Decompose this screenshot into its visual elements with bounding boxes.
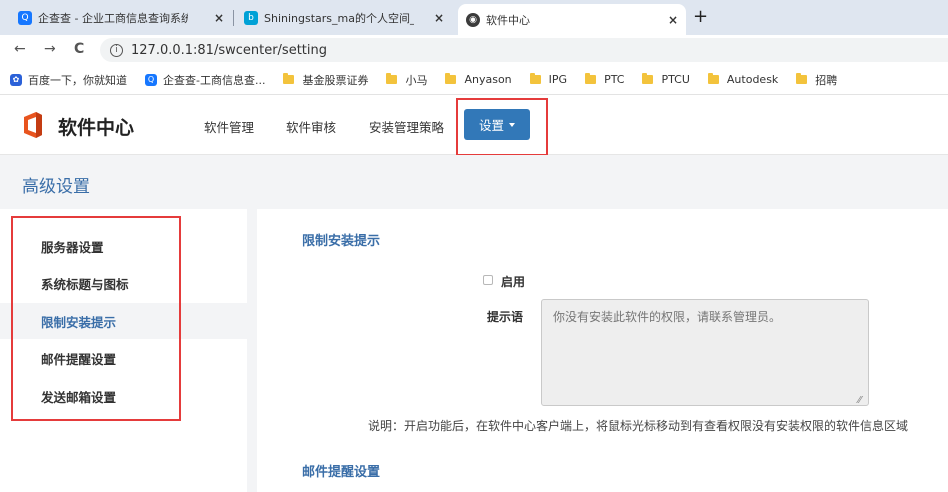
- tab-title: 软件中心: [486, 13, 530, 27]
- url-text: 127.0.0.1:81/swcenter/setting: [131, 42, 328, 58]
- browser-tab-qichacha[interactable]: Q 企查查 - 企业工商信息查询系统_ ×: [10, 4, 232, 31]
- folder-icon: [707, 73, 719, 84]
- app-header: 软件中心 软件管理 软件审核 安装管理策略 设置: [0, 95, 948, 156]
- nav-install-policy[interactable]: 安装管理策略: [369, 117, 444, 136]
- new-tab-button[interactable]: +: [693, 6, 708, 27]
- globe-icon: ◉: [466, 12, 480, 27]
- baidu-icon: ✿: [10, 73, 22, 86]
- tab-title: Shiningstars_ma的个人空间_哔: [264, 11, 414, 25]
- bookmarks-bar: ✿ 百度一下，你就知道 Q 企查查-工商信息查... 基金股票证券 小马 Any…: [0, 65, 948, 95]
- folder-icon: [283, 73, 295, 84]
- page-title: 高级设置: [22, 177, 90, 197]
- section-title-restrict-install: 限制安装提示: [302, 234, 381, 249]
- app-title: 软件中心: [58, 117, 135, 139]
- folder-icon: [642, 73, 654, 84]
- bookmark-item[interactable]: Q 企查查-工商信息查...: [145, 72, 265, 88]
- bilibili-icon: b: [244, 10, 258, 25]
- qichacha-icon: Q: [145, 73, 157, 86]
- description-text: 说明：开启功能后，在软件中心客户端上，将鼠标光标移动到有查看权限没有安装权限的软…: [368, 419, 909, 433]
- section-title-mail-reminder: 邮件提醒设置: [302, 465, 381, 480]
- back-icon[interactable]: ←: [14, 41, 26, 57]
- tab-close-icon[interactable]: ×: [434, 11, 444, 25]
- nav-software-management[interactable]: 软件管理: [204, 117, 254, 136]
- url-input[interactable]: i 127.0.0.1:81/swcenter/setting: [100, 38, 948, 62]
- resize-grip-icon[interactable]: ⁄⁄: [858, 395, 861, 406]
- bookmark-item[interactable]: ✿ 百度一下，你就知道: [10, 72, 127, 88]
- bookmark-label: PTC: [604, 73, 625, 86]
- qichacha-icon: Q: [18, 10, 32, 25]
- bookmark-folder[interactable]: PTC: [585, 73, 624, 86]
- browser-tab-strip: Q 企查查 - 企业工商信息查询系统_ × b Shiningstars_ma的…: [0, 0, 948, 35]
- tab-title: 企查查 - 企业工商信息查询系统_: [38, 11, 188, 25]
- tab-close-icon[interactable]: ×: [668, 13, 678, 27]
- enable-checkbox[interactable]: [483, 275, 493, 285]
- bookmark-folder[interactable]: 小马: [386, 72, 427, 88]
- bookmark-folder[interactable]: PTCU: [642, 73, 690, 86]
- bookmark-label: 企查查-工商信息查...: [163, 73, 266, 87]
- bookmark-label: 招聘: [815, 73, 838, 87]
- site-info-icon[interactable]: i: [110, 43, 123, 57]
- forward-icon[interactable]: →: [44, 41, 56, 57]
- prompt-label: 提示语: [487, 310, 524, 324]
- bookmark-folder[interactable]: Autodesk: [707, 73, 779, 86]
- address-bar: ← → C i 127.0.0.1:81/swcenter/setting: [0, 35, 948, 65]
- prompt-textarea[interactable]: [541, 299, 869, 406]
- bookmark-label: Autodesk: [726, 73, 779, 86]
- folder-icon: [529, 73, 541, 84]
- office-logo-icon: [24, 112, 42, 138]
- bookmark-label: IPG: [548, 73, 568, 86]
- folder-icon: [445, 73, 457, 84]
- folder-icon: [386, 73, 398, 84]
- bookmark-label: Anyason: [464, 73, 512, 86]
- bookmark-label: 小马: [405, 73, 428, 87]
- browser-tab-software-center[interactable]: ◉ 软件中心 ×: [458, 4, 686, 35]
- bookmark-folder[interactable]: IPG: [529, 73, 568, 86]
- nav-software-review[interactable]: 软件审核: [286, 117, 336, 136]
- enable-label: 启用: [501, 275, 526, 289]
- folder-icon: [585, 73, 597, 84]
- bookmark-label: 基金股票证券: [302, 73, 369, 87]
- tab-close-icon[interactable]: ×: [214, 11, 224, 25]
- bookmark-folder[interactable]: 基金股票证券: [283, 72, 368, 88]
- bookmark-label: PTCU: [661, 73, 690, 86]
- tab-divider: [233, 10, 234, 26]
- bookmark-folder[interactable]: Anyason: [445, 73, 512, 86]
- highlight-box-settings: [456, 98, 548, 156]
- bookmark-label: 百度一下，你就知道: [28, 73, 127, 87]
- reload-icon[interactable]: C: [74, 41, 84, 57]
- browser-tab-bilibili[interactable]: b Shiningstars_ma的个人空间_哔 ×: [236, 4, 452, 31]
- bookmark-folder[interactable]: 招聘: [796, 72, 837, 88]
- highlight-box-sidebar: [11, 216, 181, 421]
- folder-icon: [796, 73, 808, 84]
